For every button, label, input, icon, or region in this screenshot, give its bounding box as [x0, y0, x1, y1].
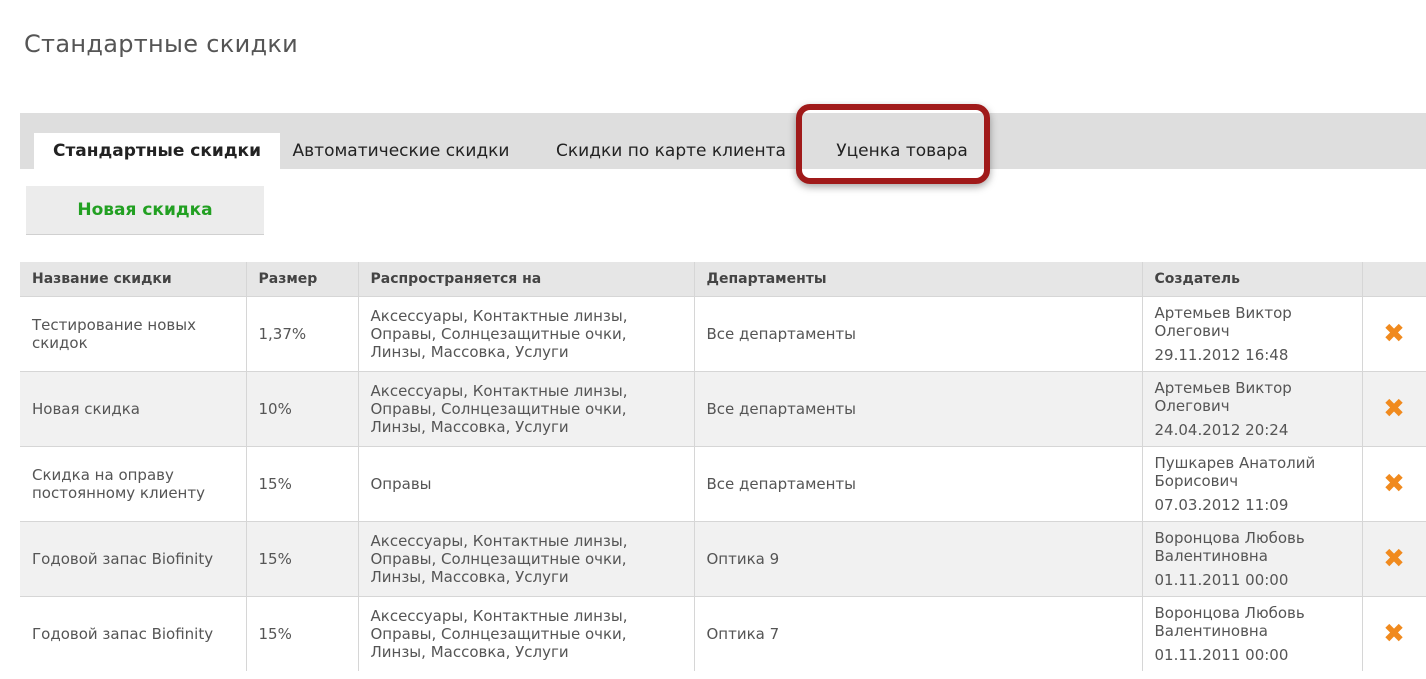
cell-departments: Все департаменты: [694, 296, 1143, 372]
cell-size: 1,37%: [246, 296, 359, 372]
cell-actions: ✖: [1362, 296, 1426, 372]
cell-actions: ✖: [1362, 371, 1426, 447]
cell-applies-to: Аксессуары, Контактные линзы, Оправы, Со…: [358, 296, 695, 372]
creator-name: Артемьев Виктор Олегович: [1154, 379, 1292, 415]
table-row[interactable]: Годовой запас Biofinity 15% Аксессуары, …: [20, 521, 1426, 597]
cell-departments: Все департаменты: [694, 371, 1143, 447]
delete-x-icon[interactable]: ✖: [1383, 546, 1405, 572]
cell-creator: Пушкарев Анатолий Борисович 07.03.2012 1…: [1142, 446, 1363, 522]
cell-name: Тестирование новых скидок: [20, 296, 247, 372]
creator-date: 29.11.2012 16:48: [1154, 346, 1289, 364]
page-title: Стандартные скидки: [24, 30, 299, 58]
creator-date: 01.11.2011 00:00: [1154, 646, 1289, 664]
cell-size: 15%: [246, 446, 359, 522]
cell-size: 10%: [246, 371, 359, 447]
cell-actions: ✖: [1362, 446, 1426, 522]
cell-departments: Все департаменты: [694, 446, 1143, 522]
tab-bar: Стандартные скидки Автоматические скидки…: [20, 113, 1426, 169]
creator-name: Воронцова Любовь Валентиновна: [1154, 529, 1305, 565]
header-size[interactable]: Размер: [246, 262, 359, 297]
delete-x-icon[interactable]: ✖: [1383, 396, 1405, 422]
creator-name: Пушкарев Анатолий Борисович: [1154, 454, 1316, 490]
cell-name: Годовой запас Biofinity: [20, 521, 247, 597]
tab-automatic-discounts[interactable]: Автоматические скидки: [282, 133, 520, 169]
creator-name: Артемьев Виктор Олегович: [1154, 304, 1292, 340]
header-name[interactable]: Название скидки: [20, 262, 247, 297]
cell-size: 15%: [246, 521, 359, 597]
table-row[interactable]: Новая скидка 10% Аксессуары, Контактные …: [20, 371, 1426, 447]
cell-name: Новая скидка: [20, 371, 247, 447]
delete-x-icon[interactable]: ✖: [1383, 471, 1405, 497]
cell-applies-to: Оправы: [358, 446, 695, 522]
header-applies-to[interactable]: Распространяется на: [358, 262, 695, 297]
cell-applies-to: Аксессуары, Контактные линзы, Оправы, Со…: [358, 521, 695, 597]
table-header-row: Название скидки Размер Распространяется …: [20, 262, 1426, 297]
creator-name: Воронцова Любовь Валентиновна: [1154, 604, 1305, 640]
cell-creator: Артемьев Виктор Олегович 24.04.2012 20:2…: [1142, 371, 1363, 447]
creator-date: 07.03.2012 11:09: [1154, 496, 1289, 514]
cell-actions: ✖: [1362, 596, 1426, 671]
creator-date: 24.04.2012 20:24: [1154, 421, 1289, 439]
highlight-annotation-box: [796, 104, 990, 184]
table-row[interactable]: Годовой запас Biofinity 15% Аксессуары, …: [20, 596, 1426, 671]
delete-x-icon[interactable]: ✖: [1383, 321, 1405, 347]
tab-client-card-discounts[interactable]: Скидки по карте клиента: [540, 133, 802, 169]
discounts-table: Название скидки Размер Распространяется …: [20, 262, 1426, 671]
cell-applies-to: Аксессуары, Контактные линзы, Оправы, Со…: [358, 596, 695, 671]
delete-x-icon[interactable]: ✖: [1383, 621, 1405, 647]
cell-size: 15%: [246, 596, 359, 671]
header-creator[interactable]: Создатель: [1142, 262, 1363, 297]
cell-departments: Оптика 7: [694, 596, 1143, 671]
cell-applies-to: Аксессуары, Контактные линзы, Оправы, Со…: [358, 371, 695, 447]
cell-creator: Воронцова Любовь Валентиновна 01.11.2011…: [1142, 596, 1363, 671]
header-actions: [1362, 262, 1426, 297]
header-departments[interactable]: Департаменты: [694, 262, 1143, 297]
cell-actions: ✖: [1362, 521, 1426, 597]
creator-date: 01.11.2011 00:00: [1154, 571, 1289, 589]
cell-creator: Воронцова Любовь Валентиновна 01.11.2011…: [1142, 521, 1363, 597]
cell-name: Скидка на оправу постоянному клиенту: [20, 446, 247, 522]
table-row[interactable]: Скидка на оправу постоянному клиенту 15%…: [20, 446, 1426, 522]
new-discount-button[interactable]: Новая скидка: [26, 186, 264, 235]
table-row[interactable]: Тестирование новых скидок 1,37% Аксессуа…: [20, 296, 1426, 372]
cell-name: Годовой запас Biofinity: [20, 596, 247, 671]
cell-creator: Артемьев Виктор Олегович 29.11.2012 16:4…: [1142, 296, 1363, 372]
tab-standard-discounts[interactable]: Стандартные скидки: [34, 133, 280, 169]
cell-departments: Оптика 9: [694, 521, 1143, 597]
